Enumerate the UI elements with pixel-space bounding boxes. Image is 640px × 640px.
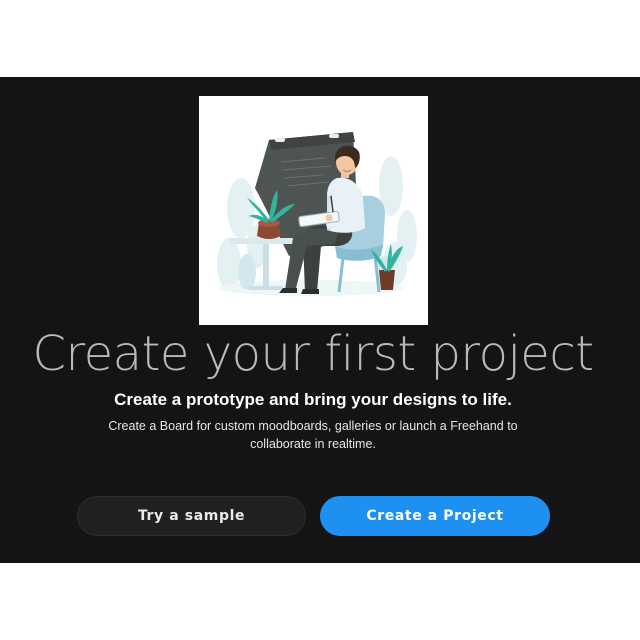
create-project-button[interactable]: Create a Project: [320, 496, 550, 536]
person-at-drawing-board-illustration: [199, 96, 428, 325]
empty-state-panel: Create your first project Create a proto…: [0, 77, 640, 563]
try-sample-button[interactable]: Try a sample: [77, 496, 306, 536]
page-subtitle: Create a prototype and bring your design…: [114, 390, 512, 409]
page: Create your first project Create a proto…: [0, 0, 640, 640]
page-title: Create your first project: [32, 326, 594, 382]
page-description: Create a Board for custom moodboards, ga…: [108, 419, 518, 451]
